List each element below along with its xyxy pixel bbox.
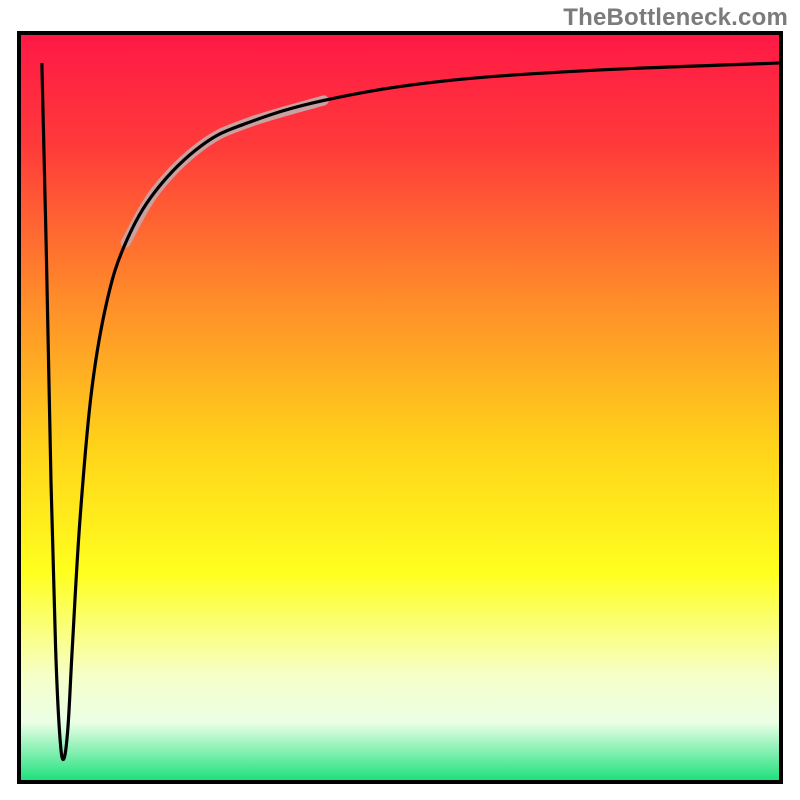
bottleneck-chart	[0, 0, 800, 800]
chart-stage: TheBottleneck.com	[0, 0, 800, 800]
gradient-background	[19, 33, 781, 782]
